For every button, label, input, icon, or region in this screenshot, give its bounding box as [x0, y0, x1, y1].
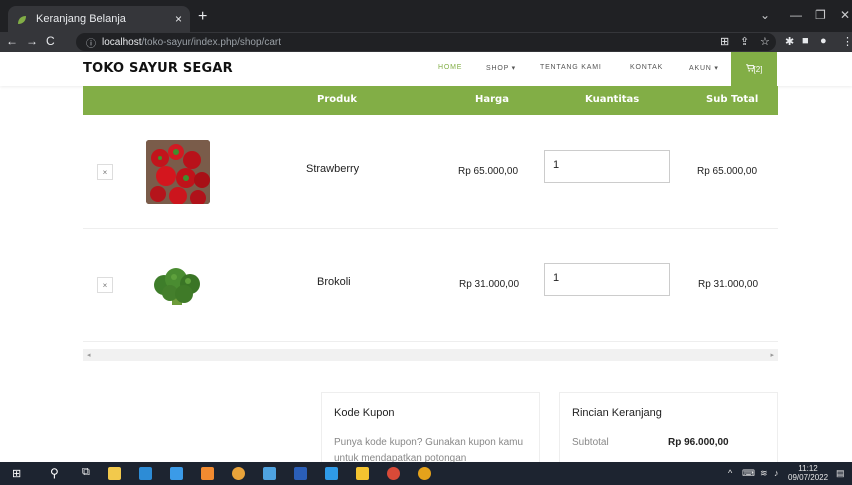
taskbar-clock[interactable]: 11:12 09/07/2022 [788, 464, 828, 482]
file-explorer-icon[interactable] [108, 467, 121, 480]
cart-count: [2] [753, 64, 763, 74]
cart-summary-box: Rincian Keranjang Subtotal Rp 96.000,00 [559, 392, 778, 472]
table-horizontal-scrollbar[interactable]: ◂ ▸ [83, 349, 778, 361]
row-divider [83, 228, 778, 229]
header-produk: Produk [317, 94, 358, 105]
nav-cart-button[interactable]: [2] [731, 52, 777, 86]
forward-icon[interactable]: → [26, 34, 38, 48]
product-image-strawberry[interactable] [146, 140, 210, 204]
remove-item-button[interactable]: × [97, 164, 113, 180]
share-icon[interactable]: ⇪ [740, 35, 749, 48]
product-name: Strawberry [306, 163, 360, 175]
menu-kebab-icon[interactable]: ⋮ [842, 35, 852, 48]
nav-shop[interactable]: SHOP ▾ [486, 64, 516, 72]
keyboard-icon[interactable]: ⌨ [742, 468, 755, 479]
close-window-button[interactable]: ✕ [840, 8, 850, 22]
brand-logo[interactable]: TOKO SAYUR SEGAR [83, 61, 233, 76]
cart-icon [745, 64, 755, 74]
tray-overflow-icon[interactable]: ^ [728, 468, 732, 478]
extensions-icon[interactable]: ✱ [785, 35, 794, 48]
coupon-box: Kode Kupon Punya kode kupon? Gunakan kup… [321, 392, 540, 472]
browser-tab[interactable]: Keranjang Belanja × [8, 6, 190, 32]
nav-akun[interactable]: AKUN ▾ [689, 64, 719, 72]
translate-icon[interactable]: ⊞ [720, 35, 729, 48]
coupon-title: Kode Kupon [334, 407, 395, 419]
chrome-dev-icon[interactable] [418, 467, 431, 480]
info-icon[interactable]: ⓘ [86, 35, 96, 50]
address-toolbar: ← → C ⓘ localhost /toko-sayur/index.php/… [0, 32, 852, 52]
vscode-icon[interactable] [325, 467, 338, 480]
word-icon[interactable] [294, 467, 307, 480]
header-harga: Harga [475, 94, 509, 105]
url-bar[interactable]: ⓘ localhost /toko-sayur/index.php/shop/c… [76, 33, 776, 51]
store-icon[interactable] [139, 467, 152, 480]
quantity-input[interactable]: 1 [544, 150, 670, 183]
tab-search-icon[interactable]: ⌄ [760, 8, 770, 22]
url-host: localhost [102, 36, 142, 48]
restore-button[interactable]: ❐ [815, 8, 826, 22]
leaf-icon [16, 13, 28, 25]
back-icon[interactable]: ← [6, 34, 18, 48]
chrome-icon[interactable] [387, 467, 400, 480]
xampp-icon[interactable] [201, 467, 214, 480]
scroll-right-icon[interactable]: ▸ [770, 351, 774, 359]
subtotal-line: Subtotal Rp 96.000,00 [572, 435, 765, 451]
product-price: Rp 65.000,00 [458, 166, 519, 177]
subtotal-label: Subtotal [572, 437, 609, 448]
app-icon[interactable] [263, 467, 276, 480]
new-tab-button[interactable]: + [198, 8, 207, 26]
notification-icon[interactable]: ▤ [836, 468, 845, 479]
row-subtotal: Rp 31.000,00 [698, 279, 759, 290]
browser-tab-bar: Keranjang Belanja × + ⌄ — ❐ ✕ [0, 0, 852, 32]
nav-home[interactable]: HOME [438, 64, 462, 71]
quantity-input[interactable]: 1 [544, 263, 670, 296]
row-divider [83, 341, 778, 342]
windows-start-icon[interactable]: ⊞ [12, 467, 21, 480]
windows-taskbar: ⊞ ⚲ ⧉ ^ ⌨ ≋ ♪ 11:12 09/07/2022 ▤ [0, 462, 852, 485]
summary-title: Rincian Keranjang [572, 407, 662, 419]
volume-icon[interactable]: ♪ [774, 468, 779, 478]
tab-close-icon[interactable]: × [175, 12, 182, 26]
sticky-notes-icon[interactable] [356, 467, 369, 480]
chrome-canary-icon[interactable] [232, 467, 245, 480]
product-name: Brokoli [317, 276, 351, 288]
cart-table-header: Produk Harga Kuantitas Sub Total [83, 86, 778, 115]
task-view-icon[interactable]: ⧉ [82, 466, 90, 479]
search-icon[interactable]: ⚲ [50, 466, 59, 480]
reload-icon[interactable]: C [46, 34, 55, 48]
mail-icon[interactable] [170, 467, 183, 480]
row-subtotal: Rp 65.000,00 [697, 166, 758, 177]
product-price: Rp 31.000,00 [459, 279, 520, 290]
nav-tentang-kami[interactable]: TENTANG KAMI [540, 64, 602, 71]
url-path: /toko-sayur/index.php/shop/cart [141, 36, 281, 48]
product-image-brokoli[interactable] [146, 253, 210, 317]
remove-item-button[interactable]: × [97, 277, 113, 293]
sidepanel-icon[interactable]: ■ [802, 35, 809, 47]
scroll-left-icon[interactable]: ◂ [87, 351, 91, 359]
minimize-button[interactable]: — [790, 8, 802, 22]
site-header: TOKO SAYUR SEGAR HOME SHOP ▾ TENTANG KAM… [0, 52, 852, 86]
clock-time: 11:12 [798, 464, 818, 473]
subtotal-value: Rp 96.000,00 [668, 437, 729, 448]
profile-avatar-icon[interactable]: ● [820, 35, 827, 47]
tab-title: Keranjang Belanja [36, 13, 126, 25]
bookmark-star-icon[interactable]: ☆ [760, 35, 770, 48]
header-sub-total: Sub Total [706, 94, 759, 105]
clock-date: 09/07/2022 [788, 473, 829, 482]
wifi-icon[interactable]: ≋ [760, 468, 768, 479]
header-kuantitas: Kuantitas [585, 94, 640, 105]
nav-kontak[interactable]: KONTAK [630, 64, 663, 71]
